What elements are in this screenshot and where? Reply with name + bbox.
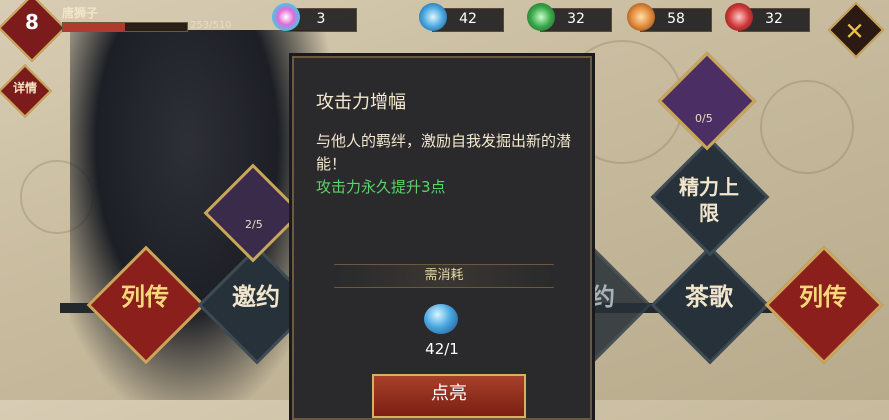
close-icon: ✕ [844,17,865,46]
hp-text: 253/510 [190,20,232,31]
node-shield-progress: 2/5 [245,218,263,231]
resource-slot: 58 [627,3,712,32]
resource-value: 32 [567,11,585,27]
resource-slot: 32 [527,3,612,32]
popup-title: 攻击力增幅 [316,92,406,113]
resource-value: 58 [667,11,685,27]
resource-slot: 42 [419,3,504,32]
hp-bar [62,22,188,32]
top-bar: 8 唐狮子 253/510 3 42 32 58 32 ✕ [0,0,889,62]
resource-value: 3 [316,11,326,27]
popup-effect: 攻击力永久提升3点 [316,178,446,196]
light-up-button[interactable]: 点亮 [372,374,526,418]
node-flower-progress: 0/5 [695,112,713,125]
hp-bar-fill [63,23,125,31]
resource-slot: 3 [272,3,357,32]
cost-amount: 42/1 [425,340,459,358]
skill-popup: 攻击力增幅 与他人的羁绊，激励自我发掘出新的潜能！ 攻击力永久提升3点 需消耗 … [292,56,592,420]
detail-button-label: 详情 [12,81,37,95]
node-liezhuan-right-label: 列传 [799,282,847,311]
blue-crystal-icon [424,304,458,334]
node-yaoyue-left-label: 邀约 [232,282,280,311]
node-energy-label: 精力上限 [679,175,739,225]
popup-description: 与他人的羁绊，激励自我发掘出新的潜能！ [316,132,572,173]
node-chage-right-label: 茶歌 [685,282,733,311]
resource-value: 42 [459,11,477,27]
cost-header: 需消耗 [334,264,554,288]
level-number: 8 [25,10,39,34]
resource-slot: 32 [725,3,810,32]
decorative-flower [760,80,854,174]
resource-value: 32 [765,11,783,27]
player-name: 唐狮子 [62,6,99,20]
node-liezhuan-left-label: 列传 [121,282,169,311]
